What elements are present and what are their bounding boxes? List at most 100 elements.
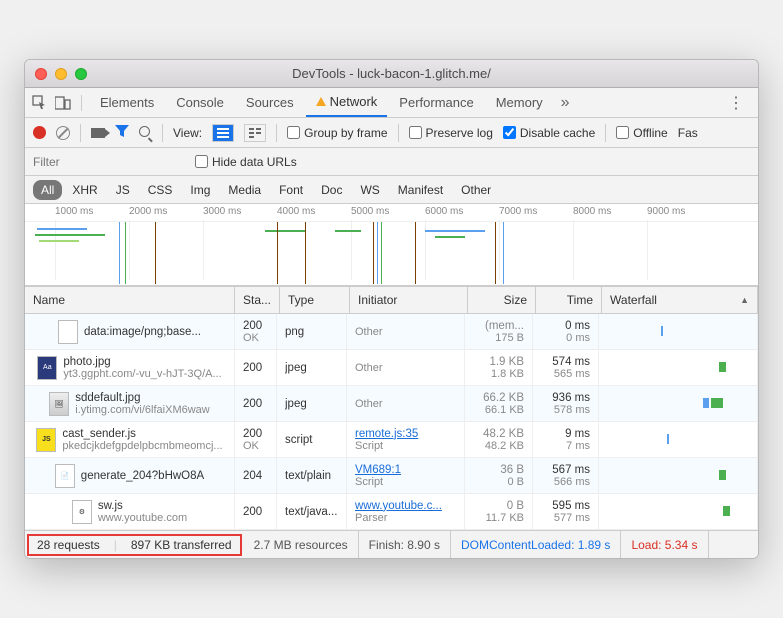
group-by-frame-checkbox[interactable]: Group by frame: [287, 126, 387, 140]
col-type[interactable]: Type: [280, 287, 350, 313]
type-font[interactable]: Font: [271, 180, 311, 200]
type-xhr[interactable]: XHR: [64, 180, 105, 200]
timeline-tick: 4000 ms: [277, 206, 315, 217]
separator: [162, 124, 163, 142]
tab-network[interactable]: Network: [306, 88, 388, 117]
throttle-label[interactable]: Fas: [678, 126, 698, 140]
col-status[interactable]: Sta...: [235, 287, 280, 313]
tab-elements[interactable]: Elements: [90, 89, 164, 116]
col-name[interactable]: Name: [25, 287, 235, 313]
timeline-overview[interactable]: 1000 ms2000 ms3000 ms4000 ms5000 ms6000 …: [25, 204, 758, 286]
device-toolbar-icon[interactable]: [55, 95, 71, 111]
timeline-marker: [415, 222, 416, 284]
preserve-log-checkbox[interactable]: Preserve log: [409, 126, 493, 140]
traffic-lights: [25, 68, 87, 80]
window-title: DevTools - luck-bacon-1.glitch.me/: [292, 66, 491, 81]
table-row[interactable]: 🖼sddefault.jpgi.ytimg.com/vi/6lfaiXM6waw…: [25, 386, 758, 422]
timeline-marker: [155, 222, 156, 284]
timeline-bar: [335, 230, 361, 232]
tab-memory[interactable]: Memory: [486, 89, 553, 116]
timeline-tick: 2000 ms: [129, 206, 167, 217]
type-all[interactable]: All: [33, 180, 62, 200]
minimize-button[interactable]: [55, 68, 67, 80]
timeline-marker: [377, 222, 378, 284]
type-media[interactable]: Media: [220, 180, 269, 200]
clear-button[interactable]: [56, 126, 70, 140]
separator: [605, 124, 606, 142]
col-initiator[interactable]: Initiator: [350, 287, 468, 313]
type-img[interactable]: Img: [182, 180, 218, 200]
status-transferred: 897 KB transferred: [131, 538, 232, 552]
col-time[interactable]: Time: [536, 287, 602, 313]
timeline-bar: [265, 230, 305, 232]
status-highlight: 28 requests | 897 KB transferred: [27, 534, 242, 556]
table-row[interactable]: ⚙sw.jswww.youtube.com200text/java...www.…: [25, 494, 758, 530]
request-table: Name Sta... Type Initiator Size Time Wat…: [25, 286, 758, 530]
timeline-marker: [125, 222, 126, 284]
table-row[interactable]: data:image/png;base...200OKpngOther(mem.…: [25, 314, 758, 350]
disable-cache-checkbox[interactable]: Disable cache: [503, 126, 595, 140]
timeline-tick: 5000 ms: [351, 206, 389, 217]
status-load: Load: 5.34 s: [621, 531, 708, 558]
table-row[interactable]: Aaphoto.jpgyt3.ggpht.com/-vu_v-hJT-3Q/A.…: [25, 350, 758, 386]
warning-icon: [316, 97, 326, 106]
table-row[interactable]: 📄generate_204?bHwO8A204text/plainVM689:1…: [25, 458, 758, 494]
view-list-button[interactable]: [212, 124, 234, 142]
view-label: View:: [173, 126, 202, 140]
type-other[interactable]: Other: [453, 180, 499, 200]
type-doc[interactable]: Doc: [313, 180, 350, 200]
hide-data-urls-checkbox[interactable]: Hide data URLs: [195, 155, 297, 169]
status-requests: 28 requests: [37, 538, 100, 552]
tab-sources[interactable]: Sources: [236, 89, 304, 116]
table-header: Name Sta... Type Initiator Size Time Wat…: [25, 286, 758, 314]
type-manifest[interactable]: Manifest: [390, 180, 451, 200]
tab-performance[interactable]: Performance: [389, 89, 483, 116]
filter-toggle-icon[interactable]: [115, 125, 129, 140]
timeline-marker: [381, 222, 382, 284]
filter-input[interactable]: [33, 155, 183, 169]
timeline-marker: [119, 222, 120, 284]
status-bar: 28 requests | 897 KB transferred 2.7 MB …: [25, 530, 758, 558]
devtools-window: DevTools - luck-bacon-1.glitch.me/ Eleme…: [24, 59, 759, 559]
separator: [276, 124, 277, 142]
separator: [398, 124, 399, 142]
settings-menu-icon[interactable]: ⋮: [720, 93, 752, 113]
col-waterfall[interactable]: Waterfall▲: [602, 287, 758, 313]
close-button[interactable]: [35, 68, 47, 80]
timeline-tick: 7000 ms: [499, 206, 537, 217]
network-toolbar: View: Group by frame Preserve log Disabl…: [25, 118, 758, 148]
status-domcontentloaded: DOMContentLoaded: 1.89 s: [451, 531, 621, 558]
record-button[interactable]: [33, 126, 46, 139]
view-detail-button[interactable]: [244, 124, 266, 142]
titlebar: DevTools - luck-bacon-1.glitch.me/: [25, 60, 758, 88]
timeline-bar: [35, 234, 105, 236]
timeline-bar: [39, 240, 79, 242]
sort-arrow-icon: ▲: [740, 295, 749, 305]
offline-checkbox[interactable]: Offline: [616, 126, 667, 140]
table-row[interactable]: JScast_sender.jspkedcjkdefgpdelpbcmbmeom…: [25, 422, 758, 458]
timeline-bar: [425, 230, 485, 232]
col-size[interactable]: Size: [468, 287, 536, 313]
tab-network-label: Network: [330, 94, 378, 109]
inspect-element-icon[interactable]: [31, 95, 47, 111]
panel-tabs: Elements Console Sources Network Perform…: [25, 88, 758, 118]
type-ws[interactable]: WS: [352, 180, 387, 200]
timeline-marker: [305, 222, 306, 284]
search-icon[interactable]: [139, 126, 152, 139]
timeline-tick: 1000 ms: [55, 206, 93, 217]
timeline-marker: [495, 222, 496, 284]
tab-console[interactable]: Console: [166, 89, 234, 116]
status-finish: Finish: 8.90 s: [359, 531, 451, 558]
timeline-bar: [37, 228, 87, 230]
type-filter-row: All XHR JS CSS Img Media Font Doc WS Man…: [25, 176, 758, 204]
type-js[interactable]: JS: [108, 180, 138, 200]
timeline-bar: [435, 236, 465, 238]
maximize-button[interactable]: [75, 68, 87, 80]
screenshot-icon[interactable]: [91, 128, 105, 138]
timeline-marker: [277, 222, 278, 284]
status-resources: 2.7 MB resources: [244, 531, 359, 558]
tabs-overflow[interactable]: »: [561, 94, 570, 112]
filter-row: Hide data URLs: [25, 148, 758, 176]
type-css[interactable]: CSS: [140, 180, 181, 200]
timeline-tick: 3000 ms: [203, 206, 241, 217]
